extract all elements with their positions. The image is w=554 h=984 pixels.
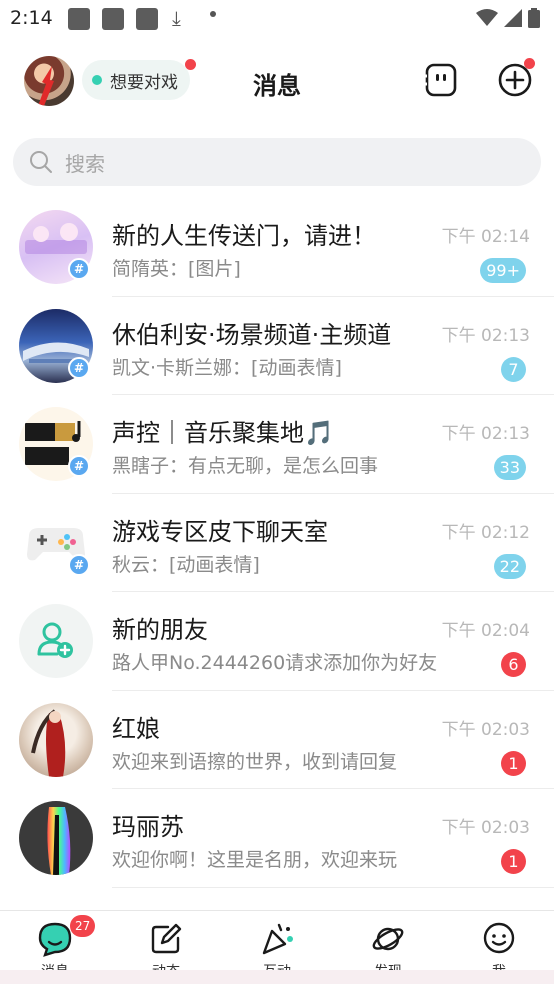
conversation-name: 红娘 <box>112 714 160 743</box>
smile-face-icon <box>483 922 515 954</box>
new-friends-avatar <box>19 604 93 678</box>
group-tag-icon: # <box>68 553 90 576</box>
party-popper-icon <box>262 923 293 955</box>
group-tag-icon: # <box>68 258 90 280</box>
conversation-time: 下午 02:12 <box>441 522 530 543</box>
conversation-time: 下午 02:13 <box>441 424 530 444</box>
download-icon: ⤓ <box>172 6 181 30</box>
conversation-time: 下午 02:03 <box>441 818 530 838</box>
nav-discover[interactable]: 发现 <box>333 911 443 980</box>
user-avatar <box>19 702 93 777</box>
notification-app-icon <box>102 8 124 30</box>
avatar-image <box>47 807 71 875</box>
conversation-preview: 凯文·卡斯兰娜：[动画表情] <box>112 356 342 379</box>
conversation-name: 声控｜音乐聚集地🎵 <box>112 419 334 447</box>
conversation-preview: 秋云：[动画表情] <box>112 553 260 576</box>
conversation-preview: 简隋英：[图片] <box>112 258 241 280</box>
divider <box>112 886 554 888</box>
conversation-time: 下午 02:03 <box>441 719 530 740</box>
more-notifications-icon <box>210 11 216 17</box>
conversation-list: # 新的人生传送门，请进！ 简隋英：[图片] 下午 02:14 99+ # 休伯… <box>0 198 554 888</box>
add-friend-icon <box>37 622 73 658</box>
unread-badge: 7 <box>501 356 526 382</box>
wifi-icon <box>476 9 498 26</box>
search-placeholder: 搜索 <box>65 151 105 176</box>
nav-me[interactable]: 我 <box>444 911 554 980</box>
conversation-row[interactable]: # 新的人生传送门，请进！ 简隋英：[图片] 下午 02:14 99+ <box>0 198 554 297</box>
conversation-time: 下午 02:04 <box>441 621 530 641</box>
signal-icon <box>504 9 522 27</box>
nav-badge: 27 <box>70 915 96 937</box>
notification-app-icon <box>68 8 90 30</box>
group-tag-icon: # <box>68 356 90 379</box>
conversation-name: 休伯利安·场景频道·主频道 <box>112 320 392 349</box>
conversation-row[interactable]: # 游戏专区皮下聊天室 秋云：[动画表情] 下午 02:12 22 <box>0 494 554 592</box>
conversation-preview: 欢迎来到语擦的世界，收到请回复 <box>112 750 398 773</box>
status-bar: 2:14 ⤓ <box>0 0 554 38</box>
conversation-row[interactable]: # 休伯利安·场景频道·主频道 凯文·卡斯兰娜：[动画表情] 下午 02:13 … <box>0 297 554 395</box>
unread-badge: 1 <box>501 849 526 874</box>
page-title: 消息 <box>253 72 301 100</box>
unread-badge: 1 <box>501 750 526 776</box>
conversation-preview: 黑瞎子：有点无聊，是怎么回事 <box>112 455 379 477</box>
status-time: 2:14 <box>10 7 53 29</box>
add-badge <box>524 58 535 69</box>
conversation-time: 下午 02:13 <box>441 325 530 346</box>
nav-messages[interactable]: 27 消息 <box>0 911 110 980</box>
conversation-time: 下午 02:14 <box>441 227 530 247</box>
chat-bubble-icon <box>38 922 72 957</box>
conversation-row[interactable]: # 声控｜音乐聚集地🎵 黑瞎子：有点无聊，是怎么回事 下午 02:13 33 <box>0 395 554 494</box>
conversation-name: 新的朋友 <box>112 616 208 644</box>
unread-badge: 22 <box>493 553 526 579</box>
nav-feed[interactable]: 动态 <box>111 911 221 980</box>
nav-interact[interactable]: 互动 <box>222 911 332 980</box>
conversation-preview: 路人甲No.2444260请求添加你为好友 <box>112 652 438 674</box>
conversation-row[interactable]: 玛丽苏 欢迎你啊！这里是名朋，欢迎来玩 下午 02:03 1 <box>0 789 554 888</box>
unread-badge: 33 <box>493 455 526 480</box>
planet-icon <box>372 927 404 951</box>
user-avatar <box>19 801 93 875</box>
conversation-row[interactable]: 红娘 欢迎来到语擦的世界，收到请回复 下午 02:03 1 <box>0 691 554 789</box>
notification-app-icon <box>136 8 158 30</box>
system-nav-strip <box>0 970 554 984</box>
conversation-name: 游戏专区皮下聊天室 <box>112 517 328 546</box>
unread-badge: 99+ <box>480 258 526 283</box>
unread-badge: 6 <box>501 652 526 677</box>
battery-icon <box>528 8 540 28</box>
conversation-name: 新的人生传送门，请进！ <box>112 222 376 250</box>
bot-face-icon[interactable] <box>423 62 459 98</box>
conversation-preview: 欢迎你啊！这里是名朋，欢迎来玩 <box>112 849 398 871</box>
search-bar[interactable]: 搜索 <box>13 138 541 186</box>
avatar-image <box>31 708 66 777</box>
system-status-icons <box>476 8 540 28</box>
conversation-row[interactable]: 新的朋友 路人甲No.2444260请求添加你为好友 下午 02:04 6 <box>0 592 554 691</box>
header: 想要对戏 消息 <box>0 46 554 116</box>
group-tag-icon: # <box>68 455 90 477</box>
edit-icon <box>151 923 182 954</box>
search-icon <box>30 151 52 173</box>
conversation-name: 玛丽苏 <box>112 813 184 841</box>
